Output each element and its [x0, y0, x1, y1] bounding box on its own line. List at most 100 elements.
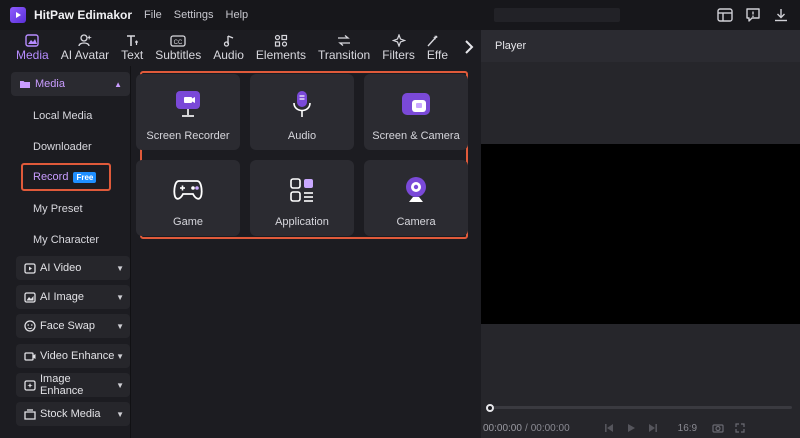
- media-sidebar: Media ▲ Local Media Downloader Record Fr…: [8, 66, 130, 438]
- card-screen-recorder[interactable]: Screen Recorder: [136, 74, 240, 150]
- tab-label: Filters: [382, 48, 415, 62]
- app-logo-icon: [10, 7, 26, 23]
- snapshot-icon[interactable]: [711, 421, 725, 435]
- card-label: Camera: [396, 216, 436, 228]
- project-name-field[interactable]: [494, 8, 620, 22]
- sidebar-item-video-enhance[interactable]: Video Enhance ▼: [16, 344, 130, 368]
- app-window: HitPaw Edimakor File Settings Help Media: [0, 0, 800, 438]
- free-badge: Free: [73, 171, 97, 183]
- microphone-icon: [250, 88, 354, 120]
- sidebar-item-image-enhance[interactable]: Image Enhance ▼: [16, 373, 130, 397]
- player-area-top: [481, 62, 800, 144]
- card-screen-camera[interactable]: Screen & Camera: [364, 74, 468, 150]
- sidebar-item-ai-image[interactable]: AI Image ▼: [16, 285, 130, 309]
- card-application[interactable]: Application: [250, 160, 354, 236]
- menu-help[interactable]: Help: [226, 9, 249, 21]
- menu-file[interactable]: File: [144, 9, 162, 21]
- application-icon: [250, 174, 354, 206]
- sidebar-item-ai-video[interactable]: AI Video ▼: [16, 256, 130, 280]
- tab-label: Transition: [317, 48, 371, 62]
- audio-note-icon: [223, 33, 235, 47]
- tab-transition[interactable]: Transition: [318, 30, 370, 64]
- card-label: Audio: [287, 130, 317, 142]
- image-enhance-icon: [24, 379, 36, 391]
- card-audio[interactable]: Audio: [250, 74, 354, 150]
- download-icon[interactable]: [772, 6, 790, 24]
- sidebar-item-my-character[interactable]: My Character: [33, 234, 99, 246]
- tab-subtitles[interactable]: CC Subtitles: [155, 30, 201, 64]
- sidebar-item-local-media[interactable]: Local Media: [33, 110, 92, 122]
- tab-label: AI Avatar: [60, 48, 110, 62]
- tab-text[interactable]: Text: [121, 30, 143, 64]
- menu-settings[interactable]: Settings: [174, 9, 214, 21]
- card-label: Application: [275, 216, 329, 228]
- playback-progress-bar[interactable]: [489, 406, 792, 409]
- card-game[interactable]: Game: [136, 160, 240, 236]
- ai-image-icon: [24, 291, 36, 303]
- caret-down-icon: ▼: [116, 409, 124, 419]
- ai-video-icon: [24, 262, 36, 274]
- caret-down-icon: ▼: [116, 321, 124, 331]
- feedback-icon[interactable]: [744, 6, 762, 24]
- sidebar-item-record[interactable]: Record Free: [21, 163, 111, 191]
- category-label: Image Enhance: [40, 373, 84, 397]
- caret-up-icon: ▲: [114, 79, 122, 89]
- tab-media[interactable]: Media: [16, 30, 49, 64]
- folder-icon: [19, 79, 31, 89]
- tab-effects[interactable]: Effe: [427, 30, 449, 64]
- previous-frame-icon[interactable]: [602, 421, 616, 435]
- tab-filters[interactable]: Filters: [382, 30, 415, 64]
- card-label: Screen & Camera: [372, 130, 460, 142]
- sidebar-item-downloader[interactable]: Downloader: [33, 141, 92, 153]
- effects-icon: [427, 33, 439, 47]
- tool-tabs: Media AI Avatar Text CC Subtitles Audio: [8, 30, 476, 64]
- caret-down-icon: ▼: [116, 263, 124, 273]
- svg-text:CC: CC: [174, 40, 183, 46]
- tab-label: Effe: [426, 48, 449, 62]
- stock-media-icon: [24, 408, 36, 420]
- card-label: Screen Recorder: [146, 130, 230, 142]
- record-label: Record: [33, 171, 69, 183]
- sidebar-media-header[interactable]: Media ▲: [11, 72, 130, 96]
- caret-down-icon: ▼: [116, 351, 124, 361]
- fullscreen-icon[interactable]: [733, 421, 747, 435]
- tab-label: Text: [121, 48, 144, 62]
- chevron-right-icon[interactable]: [464, 40, 474, 59]
- filters-icon: [391, 33, 406, 47]
- ai-avatar-icon: [78, 33, 92, 47]
- player-controls: 00:00:00 / 00:00:00 16:9: [481, 418, 800, 438]
- tab-audio[interactable]: Audio: [213, 30, 244, 64]
- elements-icon: [274, 33, 288, 47]
- next-frame-icon[interactable]: [646, 421, 660, 435]
- menu-bar: File Settings Help: [144, 9, 260, 21]
- card-camera[interactable]: Camera: [364, 160, 468, 236]
- tab-label: Media: [16, 48, 49, 62]
- category-label: AI Image: [40, 291, 85, 303]
- tab-ai-avatar[interactable]: AI Avatar: [61, 30, 109, 64]
- caret-down-icon: ▼: [116, 380, 124, 390]
- playhead-handle[interactable]: [486, 404, 494, 412]
- gamepad-icon: [136, 174, 240, 206]
- player-screen[interactable]: [481, 144, 800, 324]
- tab-label: Audio: [213, 48, 244, 62]
- sidebar-item-stock-media[interactable]: Stock Media ▼: [16, 402, 130, 426]
- sidebar-item-face-swap[interactable]: Face Swap ▼: [16, 314, 130, 338]
- layout-icon[interactable]: [716, 6, 734, 24]
- app-title: HitPaw Edimakor: [34, 8, 133, 22]
- subtitles-icon: CC: [170, 33, 186, 47]
- play-icon[interactable]: [624, 421, 638, 435]
- tab-label: Elements: [255, 48, 306, 62]
- panel-divider: [130, 66, 131, 438]
- time-separator: /: [524, 422, 528, 434]
- player-panel: Player 00:00:00 / 00:00:00 16:9: [481, 30, 800, 438]
- sidebar-item-my-preset[interactable]: My Preset: [33, 203, 83, 215]
- tab-elements[interactable]: Elements: [256, 30, 306, 64]
- player-header: Player: [481, 30, 800, 62]
- category-label: Stock Media: [40, 408, 101, 420]
- face-swap-icon: [24, 320, 36, 332]
- screen-camera-icon: [364, 88, 468, 120]
- video-enhance-icon: [24, 350, 36, 362]
- current-time: 00:00:00: [483, 422, 522, 434]
- category-label: Face Swap: [40, 320, 96, 332]
- aspect-ratio-select[interactable]: 16:9: [678, 423, 697, 434]
